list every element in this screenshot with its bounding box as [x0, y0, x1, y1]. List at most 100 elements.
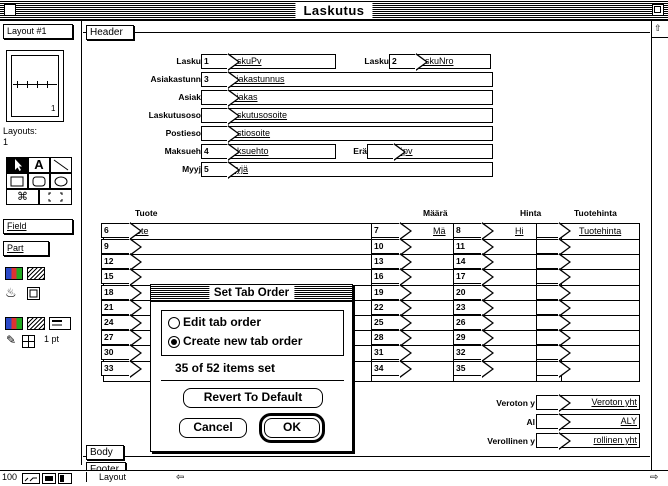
- bucket-icon[interactable]: ♨: [5, 285, 17, 301]
- asiakas-field[interactable]: siakas: [203, 90, 493, 105]
- tab-marker-2[interactable]: 2: [389, 53, 428, 71]
- tab-marker[interactable]: 23: [453, 299, 494, 317]
- create-tab-order-label[interactable]: Create new tab order: [183, 334, 302, 348]
- tab-marker[interactable]: 16: [371, 268, 412, 286]
- tab-marker[interactable]: 14: [453, 253, 494, 271]
- layout-menu[interactable]: Layout #1: [3, 24, 73, 39]
- tab-marker[interactable]: 34: [371, 360, 412, 378]
- line-style-icon[interactable]: [49, 317, 71, 330]
- grid-icon[interactable]: [22, 335, 35, 348]
- zoom-level[interactable]: 100: [2, 472, 17, 482]
- tab-marker-empty[interactable]: [536, 360, 571, 378]
- edit-tab-order-radio[interactable]: [168, 317, 180, 329]
- oval-tool-icon[interactable]: [50, 173, 72, 189]
- tab-marker-empty[interactable]: [536, 314, 571, 332]
- tab-marker[interactable]: 9: [101, 238, 142, 256]
- header-part-tag[interactable]: Header: [86, 25, 134, 40]
- text-tool-icon[interactable]: A: [28, 157, 50, 173]
- tab-marker[interactable]: 25: [371, 314, 412, 332]
- field-tool[interactable]: Field: [3, 219, 73, 234]
- tab-marker[interactable]: 30: [101, 344, 142, 362]
- zoom-out-icon[interactable]: [22, 473, 40, 484]
- scroll-right-icon[interactable]: ⇨: [650, 472, 658, 483]
- tab-marker-1[interactable]: 1: [201, 53, 240, 71]
- fill-color-icon[interactable]: [5, 267, 23, 280]
- body-part-tag[interactable]: Body: [86, 445, 124, 460]
- tuotehinta-field[interactable]: Tuotehinta: [579, 226, 621, 236]
- tab-marker[interactable]: 18: [101, 284, 142, 302]
- tab-marker[interactable]: 11: [453, 238, 494, 256]
- title-bar[interactable]: Laskutus: [0, 0, 668, 21]
- laskutusosoite-field[interactable]: askutusosoite: [203, 108, 493, 123]
- button-tool-icon[interactable]: ⌘: [6, 189, 39, 205]
- postiosoite-field[interactable]: ostiosoite: [203, 126, 493, 141]
- myyja-field[interactable]: yyjä: [203, 162, 493, 177]
- tab-marker[interactable]: 24: [101, 314, 142, 332]
- mode-selector[interactable]: Layout: [86, 472, 126, 482]
- cancel-button[interactable]: Cancel: [179, 418, 247, 438]
- tab-marker-empty[interactable]: [536, 268, 571, 286]
- tab-marker[interactable]: 21: [101, 299, 142, 317]
- tab-marker-empty[interactable]: [536, 394, 571, 412]
- hinta-field[interactable]: Hi: [515, 226, 524, 236]
- status-area-toggle-icon[interactable]: [58, 473, 72, 484]
- tab-marker[interactable]: 12: [101, 253, 142, 271]
- zoom-in-icon[interactable]: [42, 473, 56, 484]
- tab-marker-6[interactable]: 6: [101, 222, 142, 240]
- vertical-scrollbar[interactable]: ⇧: [651, 21, 668, 471]
- tab-marker[interactable]: 26: [453, 314, 494, 332]
- tab-marker[interactable]: 19: [371, 284, 412, 302]
- line-width-value[interactable]: 1 pt: [44, 334, 59, 344]
- tab-marker-empty[interactable]: [536, 284, 571, 302]
- tab-marker-7[interactable]: 7: [371, 222, 412, 240]
- scroll-up-icon[interactable]: ⇧: [654, 23, 662, 34]
- tab-marker-empty[interactable]: [201, 125, 240, 143]
- pointer-tool-icon[interactable]: [6, 157, 28, 173]
- dialog-title-bar[interactable]: Set Tab Order: [151, 285, 352, 302]
- layout-book-icon[interactable]: 1: [6, 50, 64, 122]
- tab-marker-5[interactable]: 5: [201, 161, 240, 179]
- tab-marker-3[interactable]: 3: [201, 71, 240, 89]
- create-tab-order-radio[interactable]: [168, 336, 180, 348]
- fill-pattern-icon[interactable]: [27, 267, 45, 280]
- part-tool[interactable]: Part: [3, 241, 49, 256]
- tab-marker-empty[interactable]: [536, 329, 571, 347]
- rectangle-tool-icon[interactable]: [6, 173, 28, 189]
- tab-marker[interactable]: 13: [371, 253, 412, 271]
- maara-field[interactable]: Mä: [433, 226, 446, 236]
- tab-marker-empty[interactable]: [536, 253, 571, 271]
- asiakastunnus-field[interactable]: siakastunnus: [203, 72, 493, 87]
- tab-marker[interactable]: 32: [453, 344, 494, 362]
- effects-icon[interactable]: [27, 287, 40, 300]
- tab-marker[interactable]: 35: [453, 360, 494, 378]
- tab-marker-empty[interactable]: [201, 89, 240, 107]
- line-tool-icon[interactable]: [50, 157, 72, 173]
- tab-marker[interactable]: 22: [371, 299, 412, 317]
- tab-marker-empty[interactable]: [536, 413, 571, 431]
- ok-button[interactable]: OK: [264, 418, 320, 438]
- tab-marker[interactable]: 33: [101, 360, 142, 378]
- tab-marker[interactable]: 10: [371, 238, 412, 256]
- tab-marker-4[interactable]: 4: [201, 143, 240, 161]
- portal-tool-icon[interactable]: [39, 189, 72, 205]
- tab-marker[interactable]: 15: [101, 268, 142, 286]
- tab-marker[interactable]: 28: [371, 329, 412, 347]
- tab-marker-empty[interactable]: [536, 299, 571, 317]
- pen-pattern-icon[interactable]: [27, 317, 45, 330]
- pen-color-icon[interactable]: [5, 317, 23, 330]
- scroll-left-icon[interactable]: ⇦: [176, 472, 184, 483]
- edit-tab-order-label[interactable]: Edit tab order: [183, 315, 261, 329]
- close-box[interactable]: [4, 4, 16, 16]
- rounded-rectangle-tool-icon[interactable]: [28, 173, 50, 189]
- tab-marker[interactable]: 27: [101, 329, 142, 347]
- tab-marker-8[interactable]: 8: [453, 222, 494, 240]
- zoom-box[interactable]: [652, 4, 664, 16]
- tab-marker-empty[interactable]: [536, 238, 571, 256]
- revert-to-default-button[interactable]: Revert To Default: [183, 388, 323, 408]
- tab-marker[interactable]: 20: [453, 284, 494, 302]
- tab-marker-empty[interactable]: [536, 222, 571, 240]
- tab-marker[interactable]: 31: [371, 344, 412, 362]
- tab-marker-empty[interactable]: [367, 143, 406, 161]
- tab-marker-empty[interactable]: [201, 107, 240, 125]
- tab-marker-empty[interactable]: [536, 344, 571, 362]
